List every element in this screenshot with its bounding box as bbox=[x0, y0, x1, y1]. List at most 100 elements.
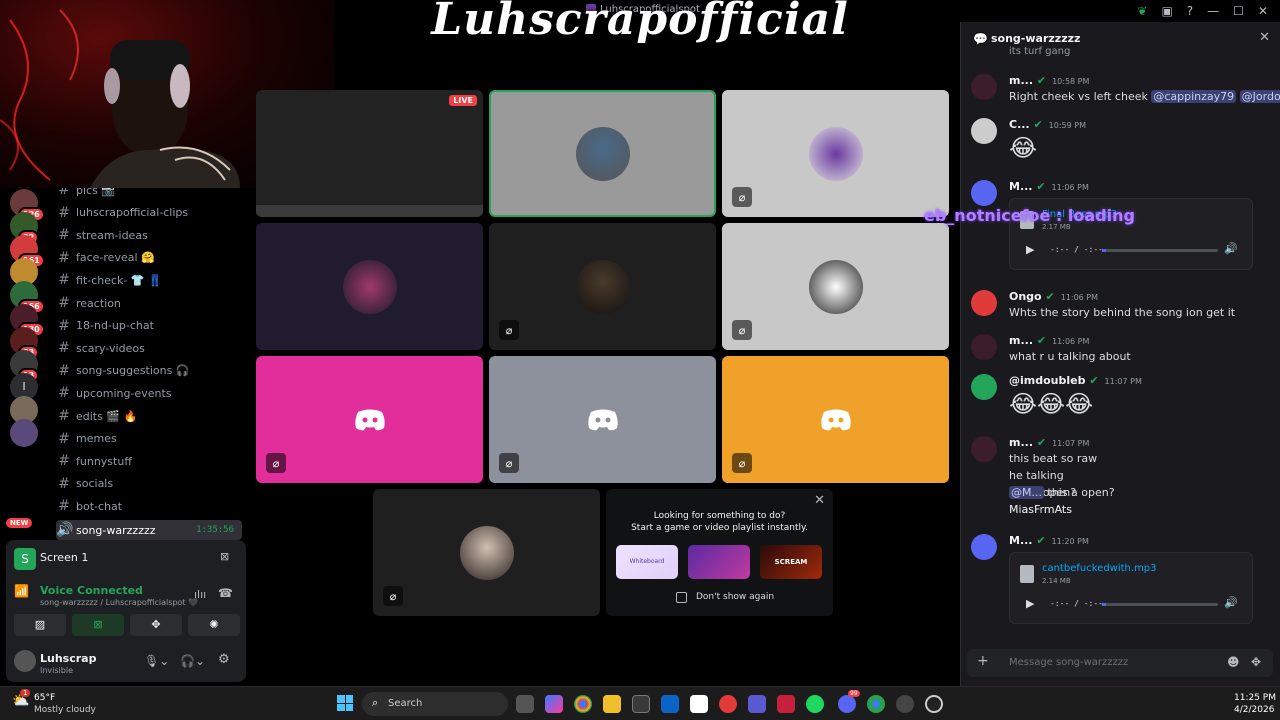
message-author[interactable]: C... ✔ 10:59 PM bbox=[1009, 118, 1086, 131]
server-icon[interactable] bbox=[10, 419, 38, 447]
stream-tile-screen[interactable]: LIVE bbox=[256, 90, 483, 217]
file-explorer-icon[interactable] bbox=[603, 695, 621, 713]
close-icon[interactable]: ✕ bbox=[814, 493, 825, 508]
chrome-icon[interactable] bbox=[574, 695, 592, 713]
message-author[interactable]: @imdoubleb ✔ 11:07 PM bbox=[1009, 374, 1142, 387]
media-player-icon[interactable] bbox=[925, 695, 943, 713]
soundboard-button[interactable]: ✺ bbox=[188, 614, 240, 636]
channel-item[interactable]: # reaction bbox=[56, 293, 242, 313]
volume-icon[interactable]: 🔊 bbox=[1224, 242, 1238, 255]
audio-progress[interactable] bbox=[1102, 249, 1218, 252]
avatar[interactable] bbox=[14, 650, 36, 672]
message-author[interactable]: m... ✔ 10:58 PM bbox=[1009, 74, 1089, 87]
weather-temp[interactable]: 65°F bbox=[34, 693, 55, 703]
avatar[interactable] bbox=[971, 74, 997, 100]
weather-desc[interactable]: Mostly cloudy bbox=[34, 705, 96, 715]
voice-channel-item[interactable]: 🔊 song-warzzzzz 1:35:56 bbox=[56, 520, 242, 540]
play-icon[interactable]: ▶ bbox=[1026, 597, 1034, 610]
avatar[interactable] bbox=[971, 334, 997, 360]
participant-tile[interactable]: ⌀ bbox=[489, 356, 716, 483]
message-author[interactable]: M... ✔ 11:06 PM bbox=[1009, 180, 1089, 193]
channel-item[interactable]: # funnystuff bbox=[56, 451, 242, 471]
camera-off-button[interactable]: ▨ bbox=[14, 614, 66, 636]
avatar[interactable] bbox=[971, 118, 997, 144]
volume-icon[interactable]: 🔊 bbox=[1224, 596, 1238, 609]
user-mention[interactable]: @cappinzay79 bbox=[1151, 90, 1237, 103]
dont-show-checkbox[interactable] bbox=[676, 592, 687, 603]
apps-button[interactable]: ✥ bbox=[1251, 655, 1261, 669]
outlook-icon[interactable] bbox=[661, 695, 679, 713]
message-author[interactable]: M... ✔ 11:20 PM bbox=[1009, 534, 1089, 547]
participant-tile[interactable]: ⌀ bbox=[722, 356, 949, 483]
gear-icon[interactable]: ⚙ bbox=[218, 652, 230, 667]
task-view-icon[interactable] bbox=[516, 695, 534, 713]
channel-item[interactable]: # fit-check- 👕 👖 bbox=[56, 270, 242, 290]
noise-suppression-icon[interactable]: ılıı bbox=[194, 588, 206, 601]
activity-button[interactable]: ✥ bbox=[130, 614, 182, 636]
avatar[interactable] bbox=[971, 436, 997, 462]
participant-tile[interactable]: ⌀ bbox=[722, 90, 949, 217]
message-input[interactable]: Message song-warzzzzz bbox=[1009, 657, 1128, 668]
username[interactable]: Luhscrap bbox=[40, 652, 96, 665]
signal-icon[interactable]: 📶 bbox=[14, 584, 29, 598]
voice-location[interactable]: song-warzzzzz / Luhscrapofficialspot 🖤 bbox=[40, 598, 198, 607]
participant-tile[interactable]: ⌀ bbox=[489, 223, 716, 350]
message-author[interactable]: m... ✔ 11:07 PM bbox=[1009, 436, 1089, 449]
file-icon bbox=[1020, 565, 1034, 583]
obs-icon[interactable] bbox=[896, 695, 914, 713]
channel-item[interactable]: # stream-ideas bbox=[56, 225, 242, 245]
disconnect-icon[interactable]: ☎ bbox=[218, 586, 233, 600]
clock-time[interactable]: 11:25 PM bbox=[1234, 693, 1276, 703]
channel-item[interactable]: # bot-chat bbox=[56, 496, 242, 516]
spotify-icon[interactable] bbox=[806, 695, 824, 713]
store-icon[interactable] bbox=[632, 695, 650, 713]
clock-date[interactable]: 4/2/2026 bbox=[1234, 705, 1274, 715]
channel-item[interactable]: # face-reveal 🤗 bbox=[56, 248, 242, 268]
participant-tile[interactable] bbox=[256, 223, 483, 350]
copilot-icon[interactable] bbox=[545, 695, 563, 713]
discord-taskbar-icon[interactable] bbox=[838, 695, 856, 713]
emoji-button[interactable]: ☻ bbox=[1227, 655, 1240, 669]
teams-icon[interactable] bbox=[748, 695, 766, 713]
voice-status[interactable]: Voice Connected bbox=[40, 584, 143, 597]
screen-share-button[interactable]: ⊠ bbox=[72, 614, 124, 636]
channel-item[interactable]: # luhscrapofficial-clips bbox=[56, 203, 242, 223]
roblox-icon[interactable] bbox=[719, 695, 737, 713]
participant-tile-speaking[interactable] bbox=[489, 90, 716, 217]
channel-item[interactable]: # upcoming-events bbox=[56, 383, 242, 403]
message-input-box[interactable]: + Message song-warzzzzz ☻ ✥ bbox=[967, 649, 1273, 677]
participant-tile[interactable]: ⌀ bbox=[722, 223, 949, 350]
participant-tile[interactable]: ⌀ bbox=[256, 356, 483, 483]
avatar[interactable] bbox=[971, 290, 997, 316]
headphones-icon[interactable]: 🎧⌄ bbox=[180, 654, 205, 668]
close-chat-button[interactable]: ✕ bbox=[1259, 30, 1270, 45]
avatar[interactable] bbox=[971, 180, 997, 206]
capcut-icon[interactable] bbox=[690, 695, 708, 713]
avatar[interactable] bbox=[971, 374, 997, 400]
audio-progress[interactable] bbox=[1102, 603, 1218, 606]
user-mention[interactable]: @M... bbox=[1009, 486, 1044, 499]
taskbar-search[interactable]: ⌕ Search bbox=[362, 692, 508, 716]
channel-item[interactable]: # scary-videos bbox=[56, 338, 242, 358]
activity-card[interactable] bbox=[688, 545, 750, 579]
play-icon[interactable]: ▶ bbox=[1026, 243, 1034, 256]
windows-start-icon[interactable] bbox=[337, 695, 353, 711]
microphone-icon[interactable]: 🎙⌄ bbox=[144, 654, 169, 668]
message-author[interactable]: m... ✔ 11:06 PM bbox=[1009, 334, 1089, 347]
message-author[interactable]: Ongo ✔ 11:06 PM bbox=[1009, 290, 1098, 303]
attachment-filename[interactable]: cantbefuckedwith.mp3 bbox=[1042, 563, 1157, 574]
stop-share-button[interactable]: ⊠ bbox=[220, 550, 229, 563]
channel-item[interactable]: # socials bbox=[56, 474, 242, 494]
participant-tile[interactable]: ⌀ bbox=[373, 489, 600, 616]
avatar[interactable] bbox=[971, 534, 997, 560]
add-attachment-button[interactable]: + bbox=[977, 653, 989, 669]
activity-card-whiteboard[interactable]: Whiteboard bbox=[616, 545, 678, 579]
channel-item[interactable]: # song-suggestions 🎧 bbox=[56, 361, 242, 381]
activity-card-scream[interactable]: SCREAM bbox=[760, 545, 822, 579]
channel-item[interactable]: #18-nd-up-chat bbox=[56, 316, 242, 336]
user-mention[interactable]: @Jordo2x bbox=[1239, 90, 1280, 103]
channel-item[interactable]: # memes bbox=[56, 429, 242, 449]
channel-item[interactable]: # edits 🎬 🔥 bbox=[56, 406, 242, 426]
chrome-profile-icon[interactable] bbox=[867, 695, 885, 713]
adobe-icon[interactable] bbox=[777, 695, 795, 713]
